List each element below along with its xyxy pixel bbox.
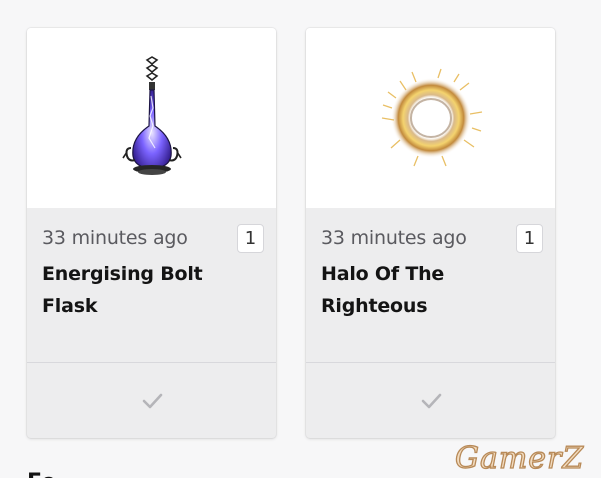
item-title[interactable]: Halo Of The Righteous bbox=[321, 258, 540, 322]
count-badge: 1 bbox=[516, 224, 543, 253]
count-badge: 1 bbox=[237, 224, 264, 253]
item-card[interactable]: 33 minutes ago 1 Halo Of The Righteous bbox=[306, 28, 555, 438]
card-footer[interactable] bbox=[306, 362, 555, 438]
flask-icon bbox=[121, 56, 182, 175]
timestamp: 33 minutes ago bbox=[42, 227, 188, 249]
watermark: GamerZ bbox=[454, 440, 585, 476]
card-body: 33 minutes ago 1 Halo Of The Righteous bbox=[306, 208, 555, 362]
section-heading: Fe bbox=[27, 470, 56, 478]
halo-icon bbox=[381, 68, 482, 167]
item-image bbox=[306, 28, 555, 208]
item-image bbox=[27, 28, 276, 208]
card-footer[interactable] bbox=[27, 362, 276, 438]
item-title[interactable]: Energising Bolt Flask bbox=[42, 258, 261, 322]
card-body: 33 minutes ago 1 Energising Bolt Flask bbox=[27, 208, 276, 362]
checkmark-icon[interactable] bbox=[420, 393, 442, 409]
item-card[interactable]: 33 minutes ago 1 Energising Bolt Flask bbox=[27, 28, 276, 438]
timestamp: 33 minutes ago bbox=[321, 227, 467, 249]
checkmark-icon[interactable] bbox=[141, 393, 163, 409]
